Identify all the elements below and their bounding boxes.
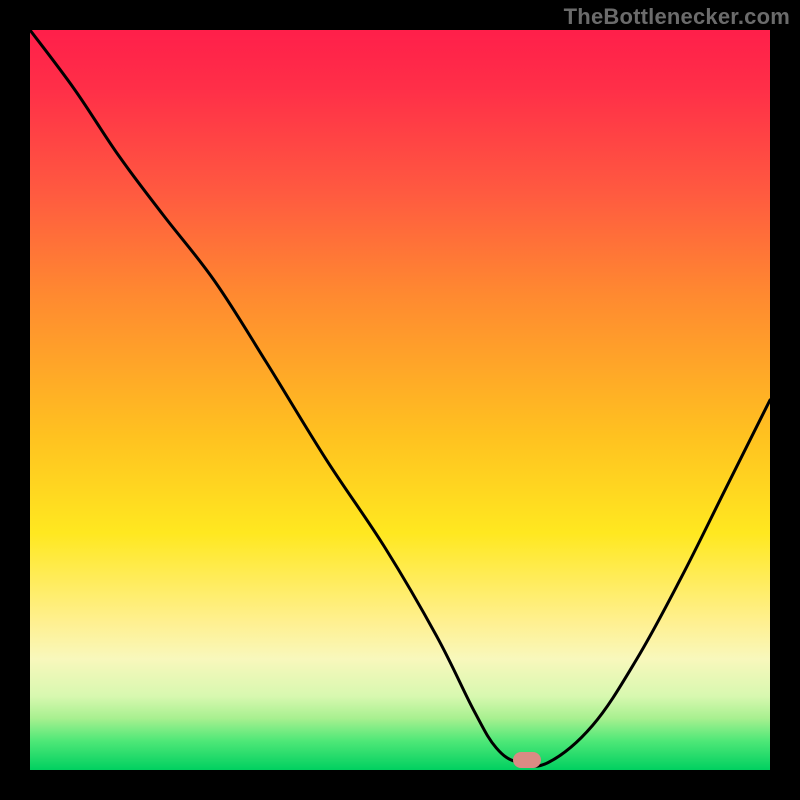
plot-area bbox=[30, 30, 770, 770]
selection-marker bbox=[513, 752, 541, 768]
curve-path bbox=[30, 30, 770, 766]
chart-frame: TheBottlenecker.com bbox=[0, 0, 800, 800]
watermark-text: TheBottlenecker.com bbox=[564, 4, 790, 30]
curve-svg bbox=[30, 30, 770, 770]
